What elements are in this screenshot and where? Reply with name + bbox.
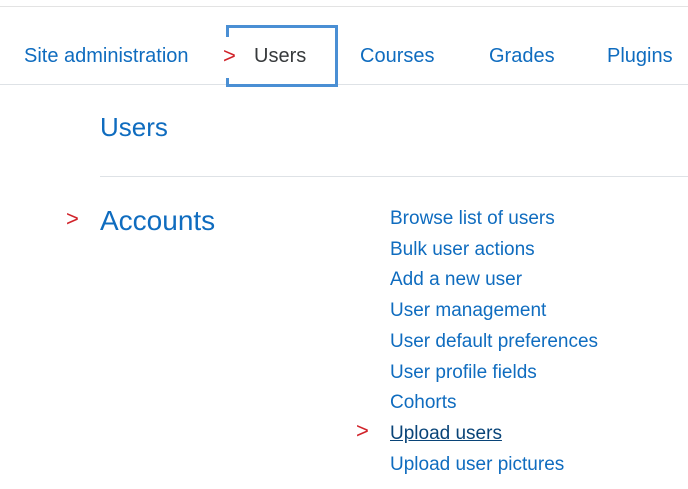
active-tab-highlight-left-top xyxy=(226,25,229,37)
top-divider xyxy=(0,6,688,7)
section-divider xyxy=(100,176,688,177)
list-item: Cohorts xyxy=(390,388,598,419)
link-upload-users[interactable]: Upload users xyxy=(390,423,502,444)
link-user-profile-fields[interactable]: User profile fields xyxy=(390,362,537,383)
active-tab-highlight-box xyxy=(226,25,338,87)
tab-plugins[interactable]: Plugins xyxy=(607,44,673,68)
list-item: User management xyxy=(390,296,598,327)
list-item: Upload user pictures xyxy=(390,450,598,481)
link-upload-user-pictures[interactable]: Upload user pictures xyxy=(390,454,564,475)
category-title-accounts[interactable]: Accounts xyxy=(100,205,215,237)
active-tab-highlight-bottom xyxy=(226,84,338,87)
list-item: Add a new user xyxy=(390,265,598,296)
link-pointer-chevron-icon: > xyxy=(356,418,369,443)
list-item: Upload users xyxy=(390,419,598,450)
list-item: Bulk user actions xyxy=(390,235,598,266)
link-add-a-new-user[interactable]: Add a new user xyxy=(390,269,522,290)
admin-tab-bar: Site administration Users Courses Grades… xyxy=(0,25,688,85)
tab-site-administration[interactable]: Site administration xyxy=(24,44,189,68)
tab-bar-underline xyxy=(0,84,688,85)
link-bulk-user-actions[interactable]: Bulk user actions xyxy=(390,239,535,260)
tab-pointer-chevron-icon: > xyxy=(223,43,236,68)
list-item: User default preferences xyxy=(390,327,598,358)
section-title-users[interactable]: Users xyxy=(100,112,168,142)
tab-courses[interactable]: Courses xyxy=(360,44,434,68)
category-pointer-chevron-icon: > xyxy=(66,206,79,231)
link-cohorts[interactable]: Cohorts xyxy=(390,392,457,413)
tab-grades[interactable]: Grades xyxy=(489,44,555,68)
link-user-management[interactable]: User management xyxy=(390,300,546,321)
link-browse-list-of-users[interactable]: Browse list of users xyxy=(390,208,555,229)
link-user-default-preferences[interactable]: User default preferences xyxy=(390,331,598,352)
accounts-link-list: Browse list of users Bulk user actions A… xyxy=(390,204,598,480)
list-item: User profile fields xyxy=(390,358,598,389)
list-item: Browse list of users xyxy=(390,204,598,235)
